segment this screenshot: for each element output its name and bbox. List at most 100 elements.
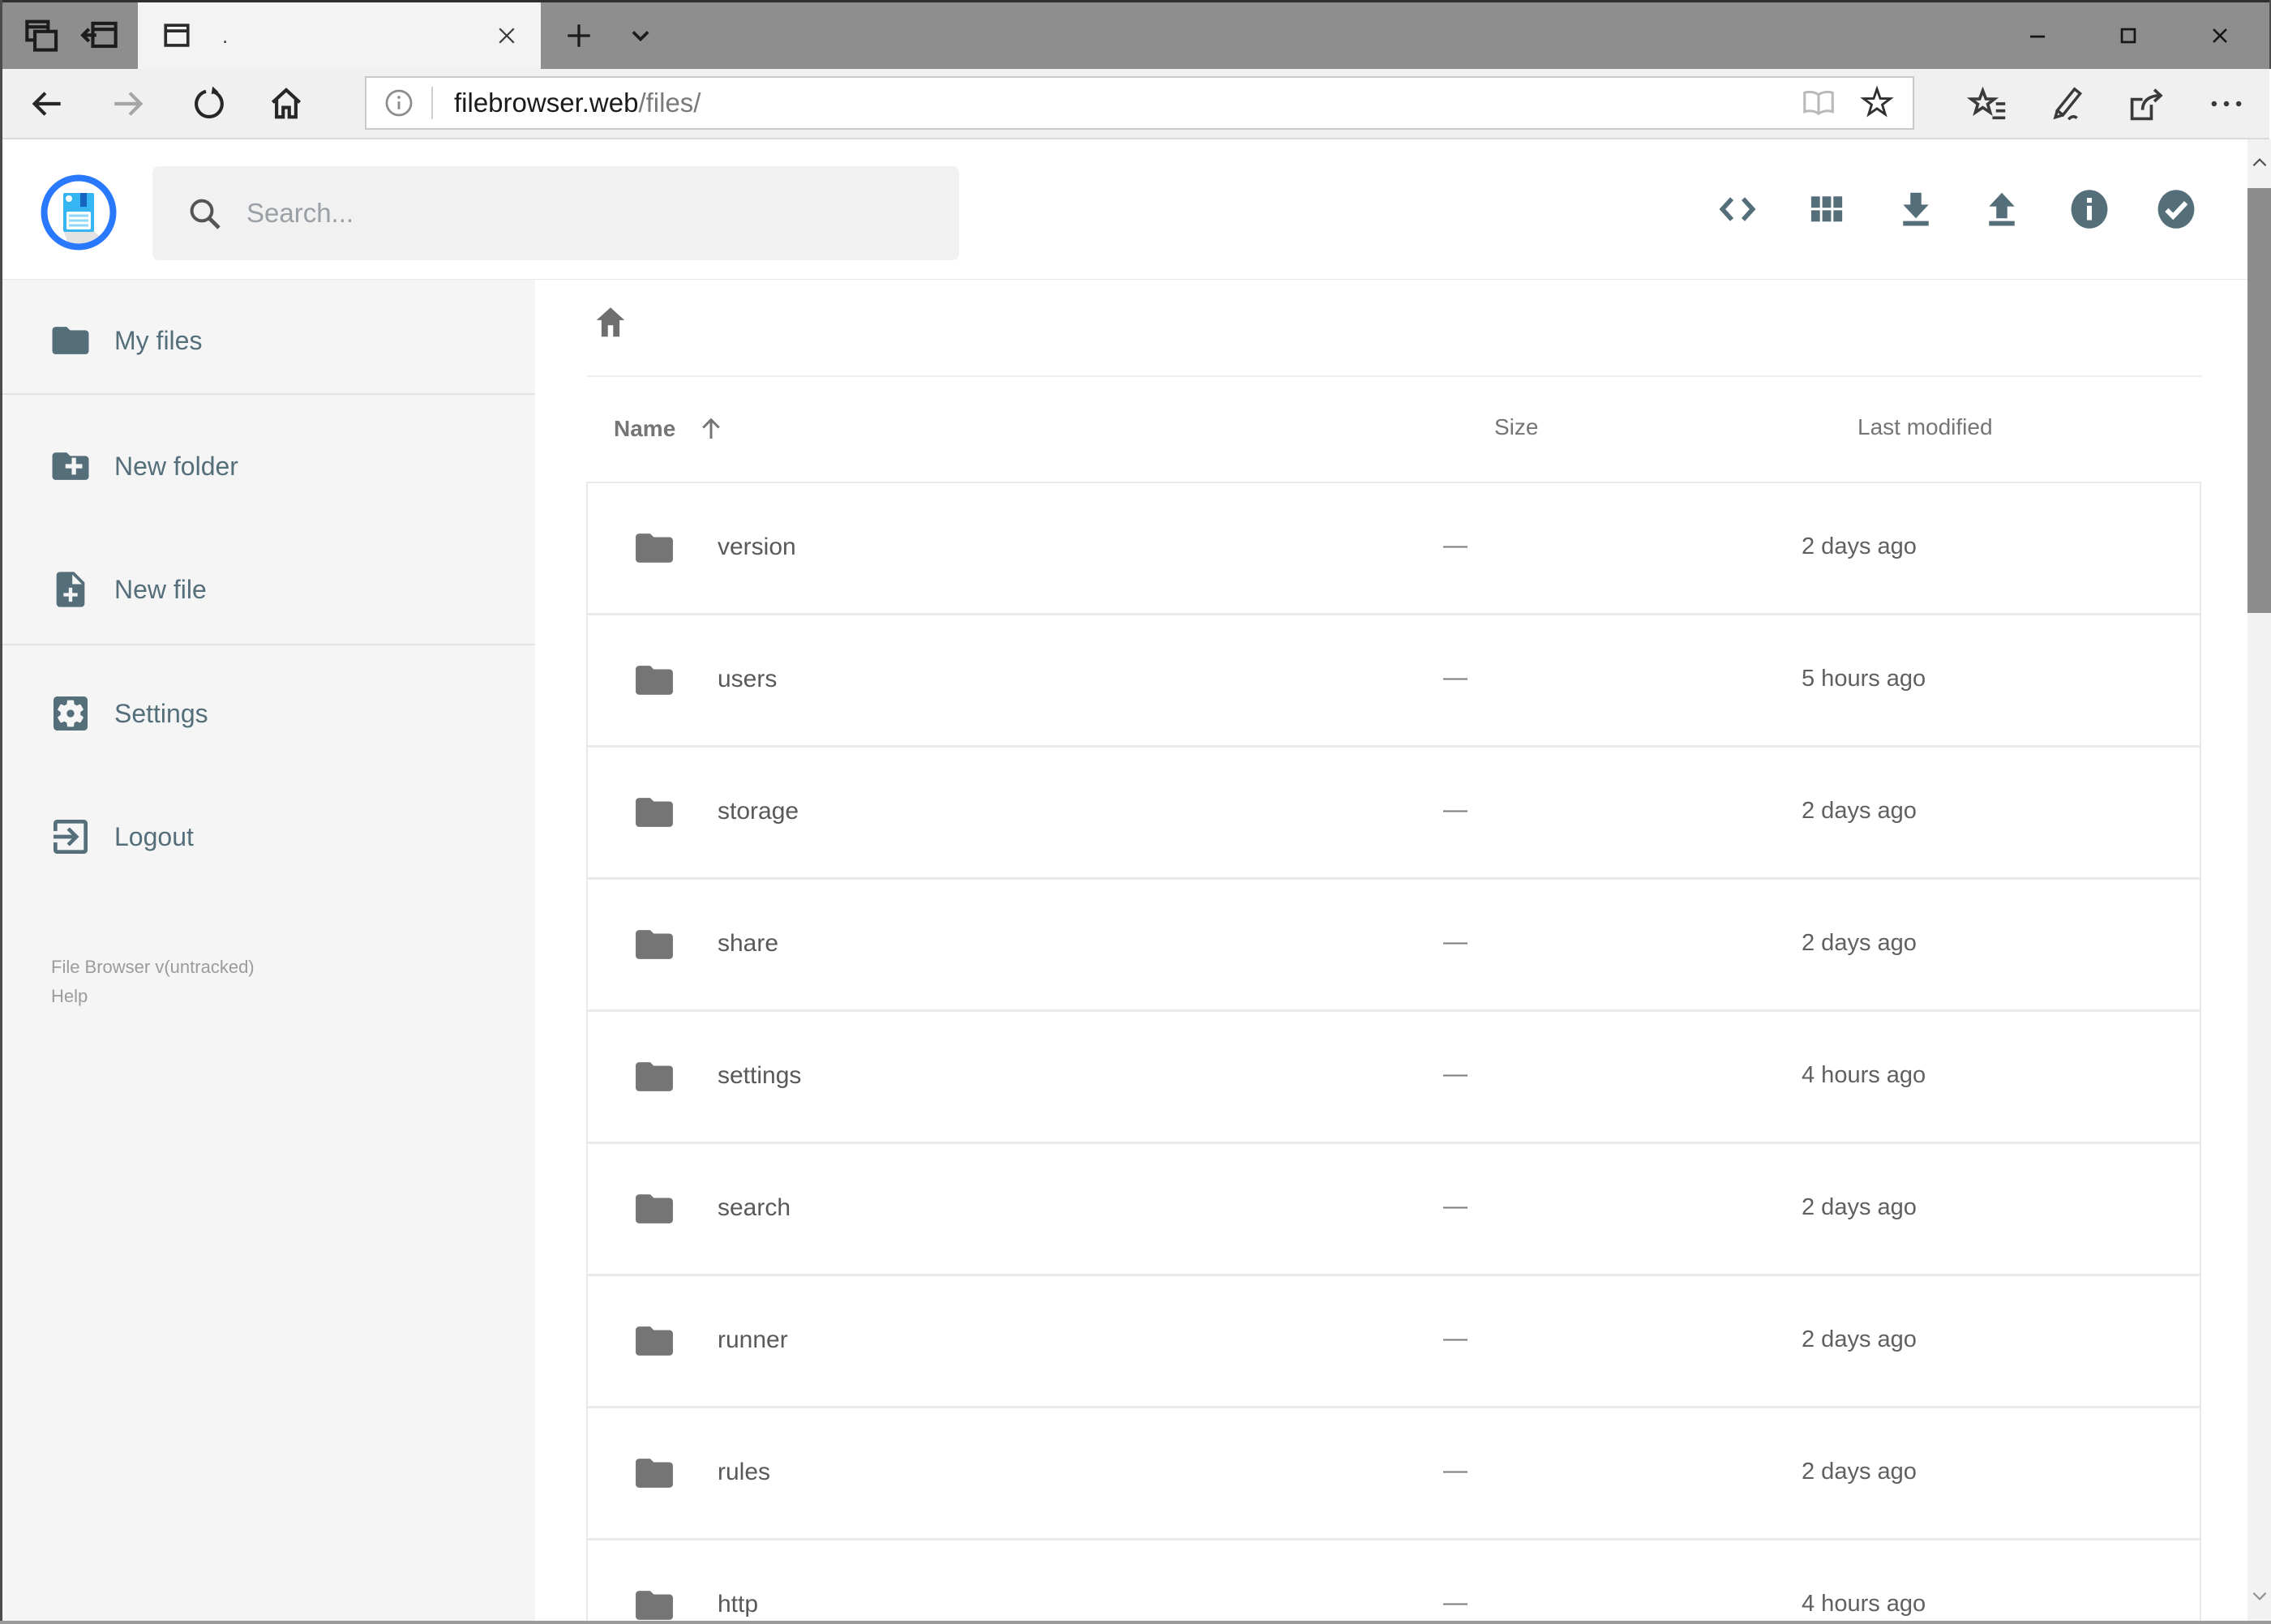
folder-icon xyxy=(628,657,680,704)
chevron-up-icon xyxy=(2252,158,2266,167)
url-separator xyxy=(431,87,433,119)
ellipsis-icon xyxy=(2211,101,2242,106)
help-link[interactable]: Help xyxy=(51,982,255,1011)
file-name: search xyxy=(718,1194,791,1221)
file-row[interactable]: rules — 2 days ago xyxy=(588,1408,2200,1538)
web-notes-button[interactable] xyxy=(2033,69,2102,138)
sidebar-item-label: New folder xyxy=(114,451,238,481)
sidebar-item-new-file[interactable]: New file xyxy=(2,559,535,620)
file-modified: 5 hours ago xyxy=(1802,666,1926,692)
browser-tab[interactable]: . xyxy=(138,2,541,69)
app-version-text: File Browser v(untracked) xyxy=(51,957,255,977)
close-icon xyxy=(2213,28,2227,43)
upload-icon xyxy=(1989,192,2015,226)
file-row[interactable]: settings — 4 hours ago xyxy=(588,1012,2200,1142)
window-border-left xyxy=(0,0,2,1624)
folder-icon xyxy=(628,1185,680,1232)
file-row[interactable]: storage — 2 days ago xyxy=(588,748,2200,877)
info-icon xyxy=(2071,190,2108,229)
forward-button[interactable] xyxy=(96,69,161,138)
sidebar-item-new-folder[interactable]: New folder xyxy=(2,435,535,497)
file-size: — xyxy=(1443,664,1468,691)
file-size: — xyxy=(1443,928,1468,955)
url-text: filebrowser.web/files/ xyxy=(454,88,701,118)
file-row[interactable]: users — 5 hours ago xyxy=(588,615,2200,745)
home-button[interactable] xyxy=(254,69,319,138)
folder-icon xyxy=(628,789,680,836)
hub-button[interactable] xyxy=(1953,69,2023,138)
sidebar-item-label: Logout xyxy=(114,821,194,851)
tab-list-button[interactable] xyxy=(612,2,669,69)
column-header-size[interactable]: Size xyxy=(1494,414,1538,440)
scrollbar-down-button[interactable] xyxy=(2247,1575,2271,1616)
tab-preview-button[interactable] xyxy=(14,2,67,69)
sidebar-item-settings[interactable]: Settings xyxy=(2,683,535,744)
file-listing: Name Size Last modified version — 2 days… xyxy=(535,280,2247,1624)
search-input[interactable]: Search... xyxy=(152,166,959,260)
file-size: — xyxy=(1443,1193,1468,1219)
search-icon xyxy=(185,194,224,233)
file-name: settings xyxy=(718,1062,802,1089)
download-icon xyxy=(1903,192,1929,226)
column-header-name[interactable]: Name xyxy=(614,414,726,443)
file-row[interactable]: runner — 2 days ago xyxy=(588,1276,2200,1406)
breadcrumb-divider xyxy=(586,375,2201,377)
tab-close-button[interactable] xyxy=(489,18,525,54)
share-icon xyxy=(2130,88,2163,120)
file-modified: 2 days ago xyxy=(1802,798,1917,824)
sidebar-item-my-files[interactable]: My files xyxy=(2,310,535,371)
address-bar[interactable]: filebrowser.web/files/ xyxy=(365,76,1914,130)
download-button[interactable] xyxy=(1893,186,1939,232)
sidebar-item-label: New file xyxy=(114,574,207,604)
check-circle-icon xyxy=(2157,190,2195,229)
info-button[interactable] xyxy=(2067,186,2112,232)
file-row[interactable]: share — 2 days ago xyxy=(588,880,2200,1009)
file-name: users xyxy=(718,666,778,692)
chevron-down-icon xyxy=(632,31,649,42)
file-modified: 4 hours ago xyxy=(1802,1062,1926,1088)
maximize-icon xyxy=(2120,28,2136,44)
upload-button[interactable] xyxy=(1979,186,2025,232)
file-row[interactable]: http — 4 hours ago xyxy=(588,1540,2200,1624)
file-row[interactable]: search — 2 days ago xyxy=(588,1144,2200,1274)
shell-button[interactable] xyxy=(1715,186,1760,232)
scrollbar-up-button[interactable] xyxy=(2247,143,2271,183)
back-button[interactable] xyxy=(15,69,79,138)
folder-icon xyxy=(45,317,96,364)
minimize-button[interactable] xyxy=(2001,2,2074,69)
browser-window: . filebrowser.web/files/ Search... My fi… xyxy=(0,0,2271,1624)
sidebar-item-logout[interactable]: Logout xyxy=(2,806,535,868)
folder-icon xyxy=(628,525,680,572)
reading-view-icon xyxy=(1803,90,1834,116)
browser-addressbar: filebrowser.web/files/ xyxy=(2,69,2269,139)
file-modified: 2 days ago xyxy=(1802,1459,1917,1485)
close-window-button[interactable] xyxy=(2183,2,2256,69)
breadcrumb-home-button[interactable] xyxy=(590,302,631,343)
file-name: version xyxy=(718,533,796,560)
sort-ascending-icon xyxy=(696,414,726,443)
add-favorite-button[interactable] xyxy=(1848,84,1906,122)
settings-menu-button[interactable] xyxy=(2192,69,2261,138)
file-row[interactable]: version — 2 days ago xyxy=(588,483,2200,613)
logout-icon xyxy=(45,814,96,859)
column-header-modified[interactable]: Last modified xyxy=(1858,414,1993,440)
file-modified: 4 hours ago xyxy=(1802,1591,1926,1617)
back-icon xyxy=(32,91,61,116)
file-name: rules xyxy=(718,1459,771,1485)
share-button[interactable] xyxy=(2112,69,2182,138)
set-tabs-aside-button[interactable] xyxy=(74,2,127,69)
refresh-icon xyxy=(195,86,224,118)
refresh-button[interactable] xyxy=(177,69,242,138)
listing-header: Name Size Last modified xyxy=(586,409,2201,448)
maximize-button[interactable] xyxy=(2092,2,2165,69)
window-border-bottom xyxy=(0,1621,2271,1624)
reading-view-button[interactable] xyxy=(1789,84,1848,122)
switch-view-button[interactable] xyxy=(1804,186,1849,232)
scrollbar-thumb[interactable] xyxy=(2247,188,2271,613)
new-folder-icon xyxy=(45,443,96,490)
new-tab-button[interactable] xyxy=(551,2,607,69)
select-multiple-button[interactable] xyxy=(2153,186,2199,232)
page-scrollbar[interactable] xyxy=(2247,139,2271,1621)
site-info-icon[interactable] xyxy=(381,85,417,121)
grid-view-icon xyxy=(1810,196,1843,222)
